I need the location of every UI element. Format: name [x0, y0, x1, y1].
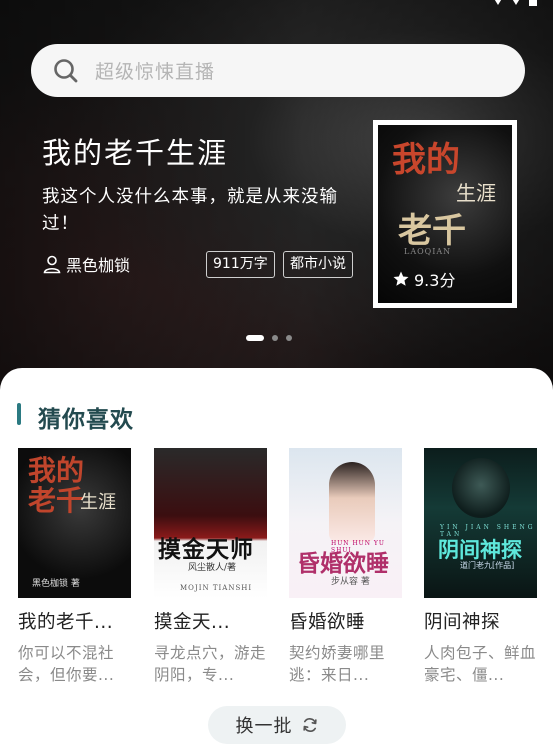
- section-title: 猜你喜欢: [38, 407, 134, 433]
- search-bar[interactable]: 超级惊悚直播: [31, 44, 525, 97]
- cover-title-line2: 老千: [398, 211, 466, 251]
- refresh-button-label: 换一批: [235, 716, 293, 737]
- book-title[interactable]: 摸金天...: [154, 608, 267, 634]
- cover-author: 黑色枷锁 著: [32, 579, 80, 589]
- carousel-dot[interactable]: [272, 335, 278, 341]
- cover-title: 摸金天师: [158, 536, 254, 563]
- featured-description: 我这个人没什么本事，就是从来没输过！: [42, 187, 338, 234]
- cover-side-title: 生涯: [80, 492, 116, 513]
- status-bar: [493, 0, 545, 6]
- book-title[interactable]: 我的老千...: [18, 608, 131, 634]
- cover-title-line1: 我的: [392, 140, 460, 180]
- book-description: 人肉包子、鲜血豪宅、僵...: [424, 644, 537, 684]
- book-title[interactable]: 昏婚欲睡: [289, 608, 402, 634]
- section-accent-bar: [17, 403, 21, 425]
- search-placeholder: 超级惊悚直播: [95, 61, 216, 83]
- cover-author: 风尘散人/著: [188, 563, 237, 573]
- featured-author-name: 黑色枷锁: [66, 256, 131, 275]
- book-card[interactable]: YIN JIAN SHENG TAN 阴间神探 道门老九[作品] 阴间神探 人肉…: [424, 448, 537, 686]
- book-description: 你可以不混社会，但你要...: [18, 644, 115, 684]
- word-count-tag: 911万字: [206, 251, 275, 278]
- book-title[interactable]: 阴间神探: [424, 608, 537, 634]
- person-icon: [43, 255, 61, 274]
- book-cover[interactable]: 我的老千 生涯 黑色枷锁 著: [18, 448, 131, 598]
- refresh-button[interactable]: 换一批: [208, 706, 346, 744]
- featured-rating-value: 9.3分: [414, 271, 456, 290]
- featured-title[interactable]: 我的老千生涯: [42, 130, 228, 172]
- star-icon: [393, 271, 409, 286]
- cover-figure: [329, 462, 375, 542]
- carousel-dot-active[interactable]: [246, 335, 264, 341]
- signal-icon: [511, 0, 521, 5]
- cover-subtitle: MOJIN TIANSHI: [180, 584, 253, 592]
- book-cover[interactable]: YIN JIAN SHENG TAN 阴间神探 道门老九[作品]: [424, 448, 537, 598]
- cover-subtitle: LAOQIAN: [404, 247, 452, 256]
- genre-tag[interactable]: 都市小说: [283, 251, 353, 278]
- featured-rating: 9.3分: [392, 267, 455, 291]
- featured-banner[interactable]: 超级惊悚直播 我的老千生涯 我这个人没什么本事，就是从来没输过！ 黑色枷锁 91…: [0, 0, 553, 400]
- cover-author: 步从容 著: [331, 577, 370, 587]
- cover-subtitle: HUN HUN YU SHUI: [331, 540, 385, 554]
- wifi-icon: [493, 0, 503, 5]
- carousel-indicator: [246, 335, 292, 341]
- book-description: 寻龙点穴，游走阴阳，专...: [154, 644, 267, 684]
- book-card[interactable]: 昏婚欲睡 HUN HUN YU SHUI 步从容 著 昏婚欲睡 契约娇妻哪里逃：…: [289, 448, 402, 686]
- featured-cover[interactable]: 我的 老千 生涯 LAOQIAN 9.3分: [373, 120, 517, 308]
- search-icon: [54, 58, 78, 82]
- book-cover[interactable]: 昏婚欲睡 HUN HUN YU SHUI 步从容 著: [289, 448, 402, 598]
- book-description: 契约娇妻哪里逃：来日...: [289, 644, 386, 684]
- book-cover[interactable]: 摸金天师 风尘散人/著 MOJIN TIANSHI: [154, 448, 267, 598]
- carousel-dot[interactable]: [286, 335, 292, 341]
- featured-cover-art: 我的 老千 生涯 LAOQIAN 9.3分: [378, 125, 512, 303]
- cover-title: 我的老千: [28, 454, 85, 517]
- cover-author: 道门老九[作品]: [460, 561, 515, 570]
- refresh-icon: [302, 718, 317, 732]
- book-card[interactable]: 我的老千 生涯 黑色枷锁 著 我的老千... 你可以不混社会，但你要...: [18, 448, 131, 686]
- cover-figure: [452, 458, 510, 518]
- featured-author[interactable]: 黑色枷锁: [42, 252, 130, 276]
- battery-icon: [529, 0, 537, 6]
- cover-title-line3: 生涯: [456, 181, 496, 205]
- recommendation-panel: 猜你喜欢 我的老千 生涯 黑色枷锁 著 我的老千... 你可以不混社会，但你要.…: [0, 368, 553, 745]
- book-card[interactable]: 摸金天师 风尘散人/著 MOJIN TIANSHI 摸金天... 寻龙点穴，游走…: [154, 448, 267, 686]
